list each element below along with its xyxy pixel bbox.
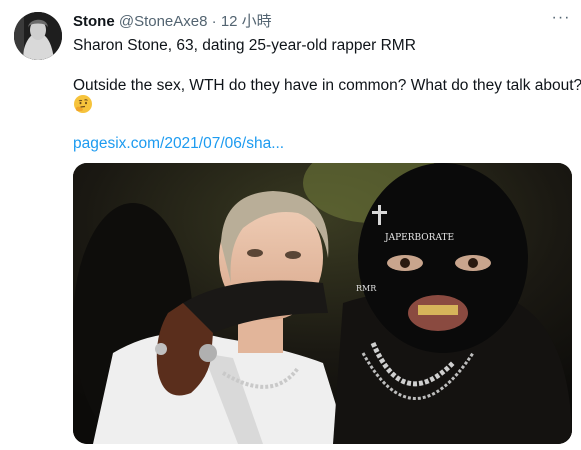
thinking-face-icon — [74, 95, 92, 113]
avatar-image — [14, 12, 62, 60]
tweet-header: Stone @StoneAxe8 · 12 小時 — [73, 12, 272, 32]
display-name[interactable]: Stone — [73, 13, 115, 30]
more-options-icon[interactable]: ··· — [547, 8, 575, 32]
tweet[interactable]: Stone @StoneAxe8 · 12 小時 ··· Sharon Ston… — [0, 0, 581, 450]
mask-text: JAPERBORATE — [384, 233, 454, 243]
avatar[interactable] — [14, 12, 62, 60]
tweet-text-line2: Outside the sex, WTH do they have in com… — [73, 77, 581, 94]
tweet-text-line1: Sharon Stone, 63, dating 25-year-old rap… — [73, 37, 416, 54]
photo-image: JAPERBORATE RMR — [73, 163, 572, 444]
separator-dot: · — [211, 13, 217, 30]
chain-text: RMR — [356, 284, 377, 293]
tweet-photo[interactable]: JAPERBORATE RMR — [73, 163, 572, 444]
tweet-link[interactable]: pagesix.com/2021/07/06/sha... — [73, 134, 284, 154]
timestamp[interactable]: 12 小時 — [221, 13, 272, 30]
user-handle[interactable]: @StoneAxe8 — [119, 13, 208, 30]
